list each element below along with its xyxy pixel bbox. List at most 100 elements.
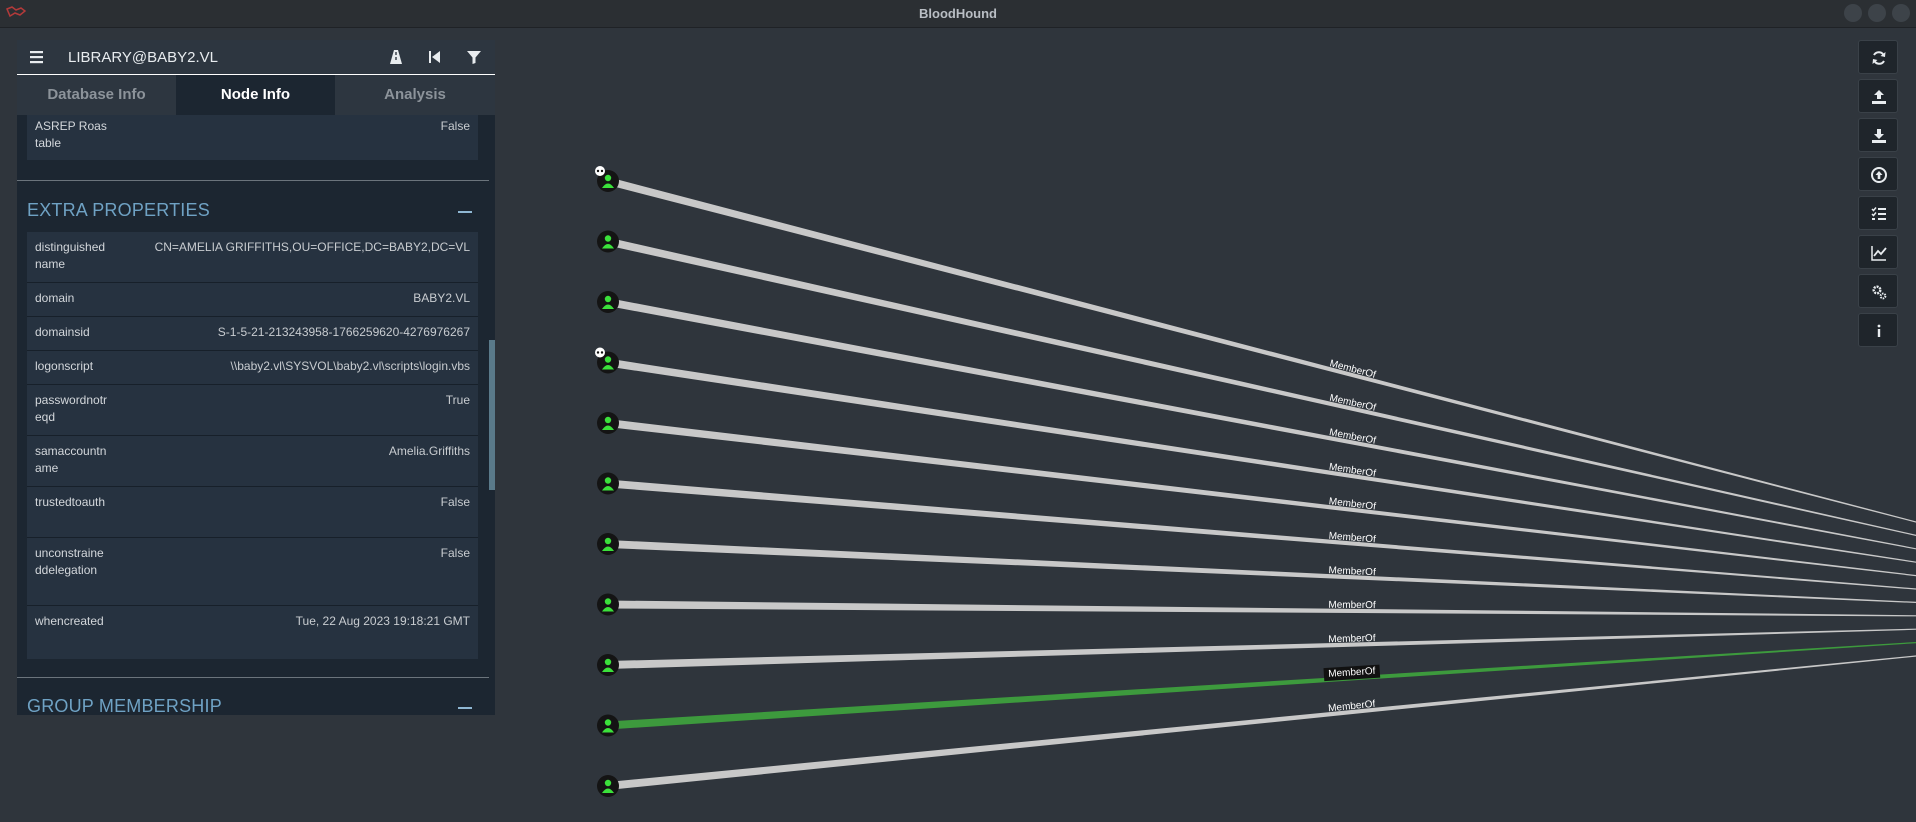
property-value: Tue, 22 Aug 2023 19:18:21 GMT — [295, 614, 470, 628]
user-node[interactable] — [597, 775, 619, 797]
settings-button[interactable] — [1858, 274, 1898, 308]
property-key: samaccountname — [35, 444, 107, 475]
minimize-button[interactable] — [1844, 4, 1862, 22]
property-value: BABY2.VL — [413, 291, 470, 305]
skull-eye — [596, 169, 600, 173]
property-row: whencreated Tue, 22 Aug 2023 19:18:21 GM… — [27, 606, 478, 659]
memberof-edge[interactable] — [608, 600, 1916, 617]
user-icon-head — [604, 416, 612, 424]
close-button[interactable] — [1892, 4, 1910, 22]
property-key: whencreated — [35, 614, 104, 628]
user-icon-head — [604, 719, 612, 726]
back-icon[interactable] — [425, 48, 443, 66]
refresh-icon — [1872, 51, 1886, 65]
edge-label: MemberOf — [1328, 633, 1376, 645]
user-node[interactable] — [595, 166, 619, 192]
node-info-content[interactable]: ASREP Roastable False EXTRA PROPERTIES d… — [17, 115, 495, 715]
owned-skull-icon — [595, 347, 605, 358]
memberof-edge[interactable] — [608, 655, 1916, 790]
property-value: CN=AMELIA GRIFFITHS,OU=OFFICE,DC=BABY2,D… — [154, 240, 470, 254]
info-icon — [1877, 324, 1881, 337]
property-row: domain BABY2.VL — [27, 283, 478, 317]
skull-head — [595, 347, 605, 358]
property-key: domainsid — [35, 325, 90, 339]
memberof-edge[interactable] — [608, 540, 1916, 603]
property-row: distinguishedname CN=AMELIA GRIFFITHS,OU… — [27, 232, 478, 283]
user-icon-head — [604, 537, 612, 545]
export-button[interactable] — [1858, 79, 1898, 113]
property-row: ASREP Roastable False — [27, 115, 478, 160]
upload-data-button[interactable] — [1858, 157, 1898, 191]
selected-node-name[interactable]: LIBRARY@BABY2.VL — [68, 49, 218, 66]
about-button[interactable] — [1858, 313, 1898, 347]
user-node[interactable] — [597, 533, 619, 555]
property-row: trustedtoauth False — [27, 487, 478, 538]
property-value: False — [440, 119, 470, 133]
property-value: True — [445, 393, 470, 407]
import-button[interactable] — [1858, 118, 1898, 152]
collapse-group-membership-icon[interactable] — [458, 707, 472, 709]
search-header: LIBRARY@BABY2.VL — [17, 40, 495, 75]
property-row: domainsid S-1-5-21-213243958-1766259620-… — [27, 317, 478, 351]
memberof-edge[interactable] — [608, 298, 1916, 550]
user-icon-head — [604, 235, 612, 242]
pathfinding-icon[interactable] — [387, 48, 405, 66]
import-icon — [1872, 129, 1886, 143]
graph-edges — [608, 177, 1916, 790]
property-value: False — [440, 495, 470, 509]
property-row: samaccountname Amelia.Griffiths — [27, 436, 478, 487]
property-row: unconstraineddelegation False — [27, 538, 478, 606]
skull-head — [595, 166, 605, 176]
tab-node-info[interactable]: Node Info — [176, 75, 335, 115]
maximize-button[interactable] — [1868, 4, 1886, 22]
memberof-edge[interactable] — [608, 237, 1916, 537]
memberof-edge[interactable] — [608, 177, 1916, 523]
user-icon-head — [604, 658, 612, 666]
edge-label: MemberOf — [1328, 565, 1376, 578]
hamburger-menu-icon[interactable] — [28, 48, 46, 66]
user-node[interactable] — [597, 291, 619, 313]
filter-icon[interactable] — [465, 48, 483, 66]
property-value: False — [440, 546, 470, 560]
tab-database-info[interactable]: Database Info — [17, 75, 176, 115]
extra-properties-table: distinguishedname CN=AMELIA GRIFFITHS,OU… — [27, 232, 478, 659]
edge-label-text: MemberOf — [1328, 358, 1377, 381]
user-node[interactable] — [595, 347, 619, 374]
group-membership-title[interactable]: GROUP MEMBERSHIP — [27, 696, 222, 715]
collapse-extra-properties-icon[interactable] — [458, 211, 472, 213]
edge-label-text: MemberOf — [1328, 600, 1376, 611]
extra-properties-title[interactable]: EXTRA PROPERTIES — [27, 200, 210, 221]
skull-eye — [600, 169, 604, 173]
user-node[interactable] — [597, 412, 619, 434]
property-key: trustedtoauth — [35, 495, 106, 509]
queries-button[interactable] — [1858, 196, 1898, 230]
user-node[interactable] — [597, 230, 619, 253]
property-row: passwordnotreqd True — [27, 385, 478, 436]
property-value: \\baby2.vl\SYSVOL\baby2.vl\scripts\login… — [230, 359, 470, 373]
user-node[interactable] — [597, 714, 619, 737]
owned-skull-icon — [595, 166, 605, 176]
scrollbar-thumb[interactable] — [489, 340, 495, 490]
upload-icon — [1871, 167, 1887, 183]
property-row: logonscript \\baby2.vl\SYSVOL\baby2.vl\s… — [27, 351, 478, 385]
node-info-panel: LIBRARY@BABY2.VL Database Info Node Info… — [17, 40, 495, 715]
user-node[interactable] — [597, 654, 619, 676]
graph-nodes — [595, 166, 619, 797]
user-node[interactable] — [597, 593, 619, 616]
chart-icon — [1871, 246, 1887, 261]
property-value: Amelia.Griffiths — [388, 444, 470, 458]
memberof-edge[interactable] — [608, 628, 1916, 669]
property-key: passwordnotreqd — [35, 393, 108, 424]
tab-analysis[interactable]: Analysis — [335, 75, 495, 115]
skull-eye — [596, 351, 600, 354]
queries-icon — [1871, 207, 1886, 220]
edge-label: MemberOf — [1328, 600, 1376, 611]
user-icon-head — [604, 356, 612, 363]
panel-tabs: Database Info Node Info Analysis — [17, 75, 495, 115]
database-stats-button[interactable] — [1858, 235, 1898, 269]
user-icon-head — [604, 174, 612, 182]
refresh-button[interactable] — [1858, 40, 1898, 74]
user-node[interactable] — [597, 472, 619, 495]
export-icon — [1872, 90, 1886, 104]
memberof-edge[interactable] — [608, 642, 1916, 730]
